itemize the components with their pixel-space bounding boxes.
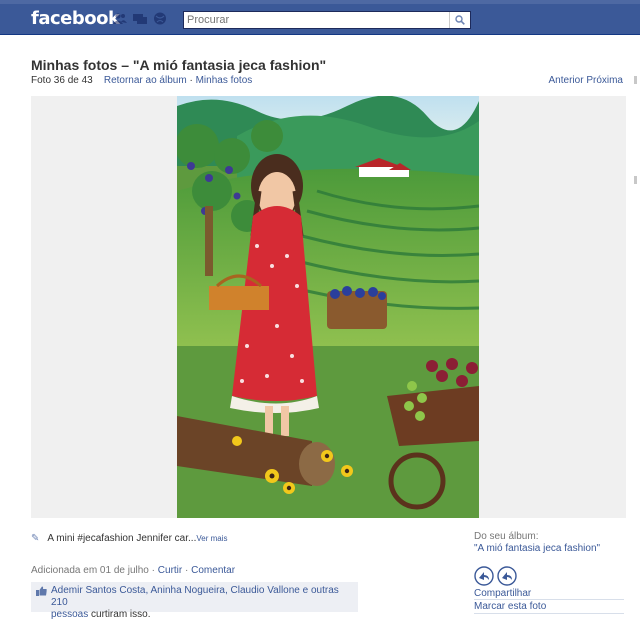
share-link[interactable]: Compartilhar [474, 588, 531, 599]
share-icon[interactable] [497, 566, 517, 589]
notification-jewels [113, 12, 167, 25]
like-link[interactable]: Curtir [158, 565, 182, 576]
facebook-logo[interactable]: facebook [31, 8, 120, 29]
edit-pencil-icon[interactable]: ✎ [31, 533, 39, 544]
page-title: Minhas fotos – "A mió fantasia jeca fash… [31, 57, 327, 73]
caption-text: A mini #jecafashion Jennifer car... [47, 533, 197, 544]
share-icons [474, 566, 517, 589]
from-album-label: Do seu álbum: [474, 531, 539, 542]
tag-photo-link[interactable]: Marcar esta foto [474, 601, 546, 612]
photo-caption: ✎ A mini #jecafashion Jennifer car... Ve… [31, 533, 228, 544]
divider [474, 613, 624, 614]
comment-link[interactable]: Comentar [191, 565, 235, 576]
top-navigation-bar: facebook [0, 0, 640, 35]
separator: · [185, 565, 189, 576]
separator: · [189, 75, 193, 86]
notifications-icon[interactable] [153, 12, 167, 25]
like-thumb-icon [36, 586, 47, 600]
search-box [183, 11, 471, 29]
previous-photo-link[interactable]: Anterior [549, 75, 584, 86]
next-photo-link[interactable]: Próxima [586, 75, 623, 86]
see-more-link[interactable]: Ver mais [196, 534, 227, 543]
photo-counter: Foto 36 de 43 [31, 75, 93, 86]
other-people-link[interactable]: pessoas [51, 609, 88, 620]
scrollbar-marker [634, 176, 637, 184]
my-photos-link[interactable]: Minhas fotos [196, 75, 253, 86]
search-input[interactable] [187, 13, 445, 27]
photo-pager: Anterior Próxima [549, 75, 623, 86]
added-date: Adicionada em 01 de julho [31, 565, 149, 576]
photo-meta: Adicionada em 01 de julho · Curtir · Com… [31, 565, 235, 576]
messages-icon[interactable] [133, 12, 147, 25]
likes-suffix: curtiram isso. [91, 609, 151, 620]
search-icon [455, 15, 465, 25]
separator: · [151, 565, 155, 576]
back-to-album-link[interactable]: Retornar ao álbum [104, 75, 187, 86]
divider [474, 599, 624, 600]
album-info: Do seu álbum: "A mió fantasia jeca fashi… [474, 531, 600, 554]
share-icon[interactable] [474, 566, 494, 589]
scrollbar-marker [634, 76, 637, 84]
photo-image[interactable] [177, 96, 479, 518]
likers-names-link[interactable]: Ademir Santos Costa, Aninha Nogueira, Cl… [51, 585, 339, 608]
photo-stage [31, 96, 626, 518]
album-link[interactable]: "A mió fantasia jeca fashion" [474, 543, 600, 554]
friend-requests-icon[interactable] [113, 12, 127, 25]
photo-breadcrumb: Foto 36 de 43 Retornar ao álbum · Minhas… [31, 75, 252, 86]
search-button[interactable] [449, 12, 470, 28]
likes-box: Ademir Santos Costa, Aninha Nogueira, Cl… [31, 582, 358, 620]
topbar-highlight [0, 0, 640, 4]
